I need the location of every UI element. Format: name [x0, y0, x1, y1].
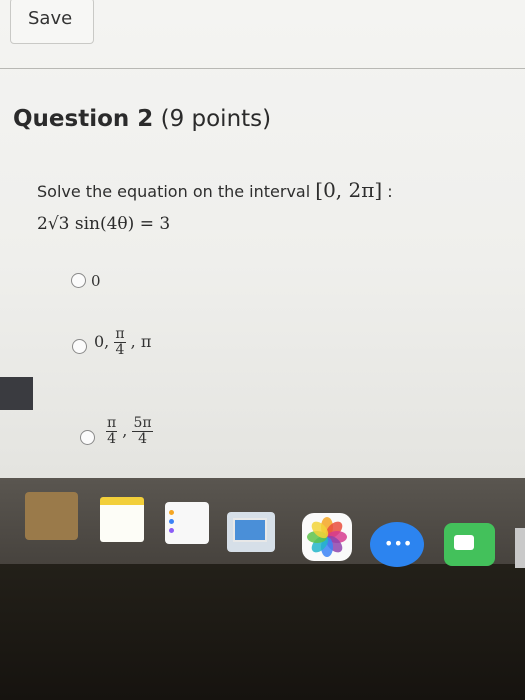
- quiz-page: Save Question 2 (9 points) Solve the equ…: [0, 0, 525, 478]
- reminder-dot-orange: [169, 510, 174, 515]
- option-2-frac-num: π: [114, 326, 126, 343]
- equation: 2√3 sin(4θ) = 3: [37, 214, 171, 234]
- question-prompt: Solve the equation on the interval [0, 2…: [37, 178, 393, 202]
- prompt-colon: :: [387, 182, 393, 201]
- photos-flower-icon: [307, 517, 347, 557]
- launchpad-icon[interactable]: [25, 492, 78, 540]
- messages-dots: •••: [384, 534, 413, 553]
- option-3-frac2-num: 5π: [132, 415, 153, 432]
- option-3-label: π 4 , 5π 4: [106, 416, 153, 447]
- option-2-fraction: π 4: [114, 326, 126, 358]
- option-2-label: 0, π 4 , π: [94, 327, 151, 358]
- option-1-label: 0: [91, 272, 101, 290]
- screen-bezel: [0, 564, 525, 700]
- photos-icon[interactable]: [302, 513, 352, 561]
- reminders-icon[interactable]: [165, 502, 209, 544]
- reminder-dot-blue: [169, 519, 174, 524]
- option-1-radio[interactable]: [71, 273, 86, 288]
- question-points: (9 points): [160, 106, 272, 132]
- option-3-fraction-2: 5π 4: [132, 415, 153, 447]
- notes-icon[interactable]: [100, 497, 144, 542]
- facetime-camera-icon: [454, 535, 474, 550]
- divider: [0, 68, 525, 69]
- question-number: Question 2: [13, 106, 154, 132]
- option-3-frac1-den: 4: [107, 431, 117, 447]
- keynote-icon[interactable]: [227, 512, 275, 552]
- option-2-lead: 0,: [94, 332, 110, 351]
- option-3-radio[interactable]: [80, 430, 95, 445]
- save-button[interactable]: Save: [10, 0, 94, 44]
- option-3-sep: ,: [122, 421, 128, 440]
- option-2-tail: , π: [130, 332, 152, 351]
- prompt-text: Solve the equation on the interval: [37, 182, 311, 201]
- option-3-fraction-1: π 4: [106, 415, 118, 447]
- option-2-frac-den: 4: [115, 342, 125, 358]
- dock-edge-icon: [515, 528, 525, 568]
- keynote-screen: [233, 518, 267, 542]
- option-3-frac2-den: 4: [138, 431, 147, 447]
- facetime-icon[interactable]: [444, 523, 495, 566]
- reminder-dot-purple: [169, 528, 174, 533]
- messages-icon[interactable]: •••: [370, 522, 424, 567]
- option-2-radio[interactable]: [72, 339, 87, 354]
- option-3-frac1-num: π: [106, 415, 118, 432]
- question-title: Question 2 (9 points): [13, 106, 271, 132]
- side-panel-edge: [0, 377, 33, 410]
- interval: [0, 2π]: [315, 178, 383, 202]
